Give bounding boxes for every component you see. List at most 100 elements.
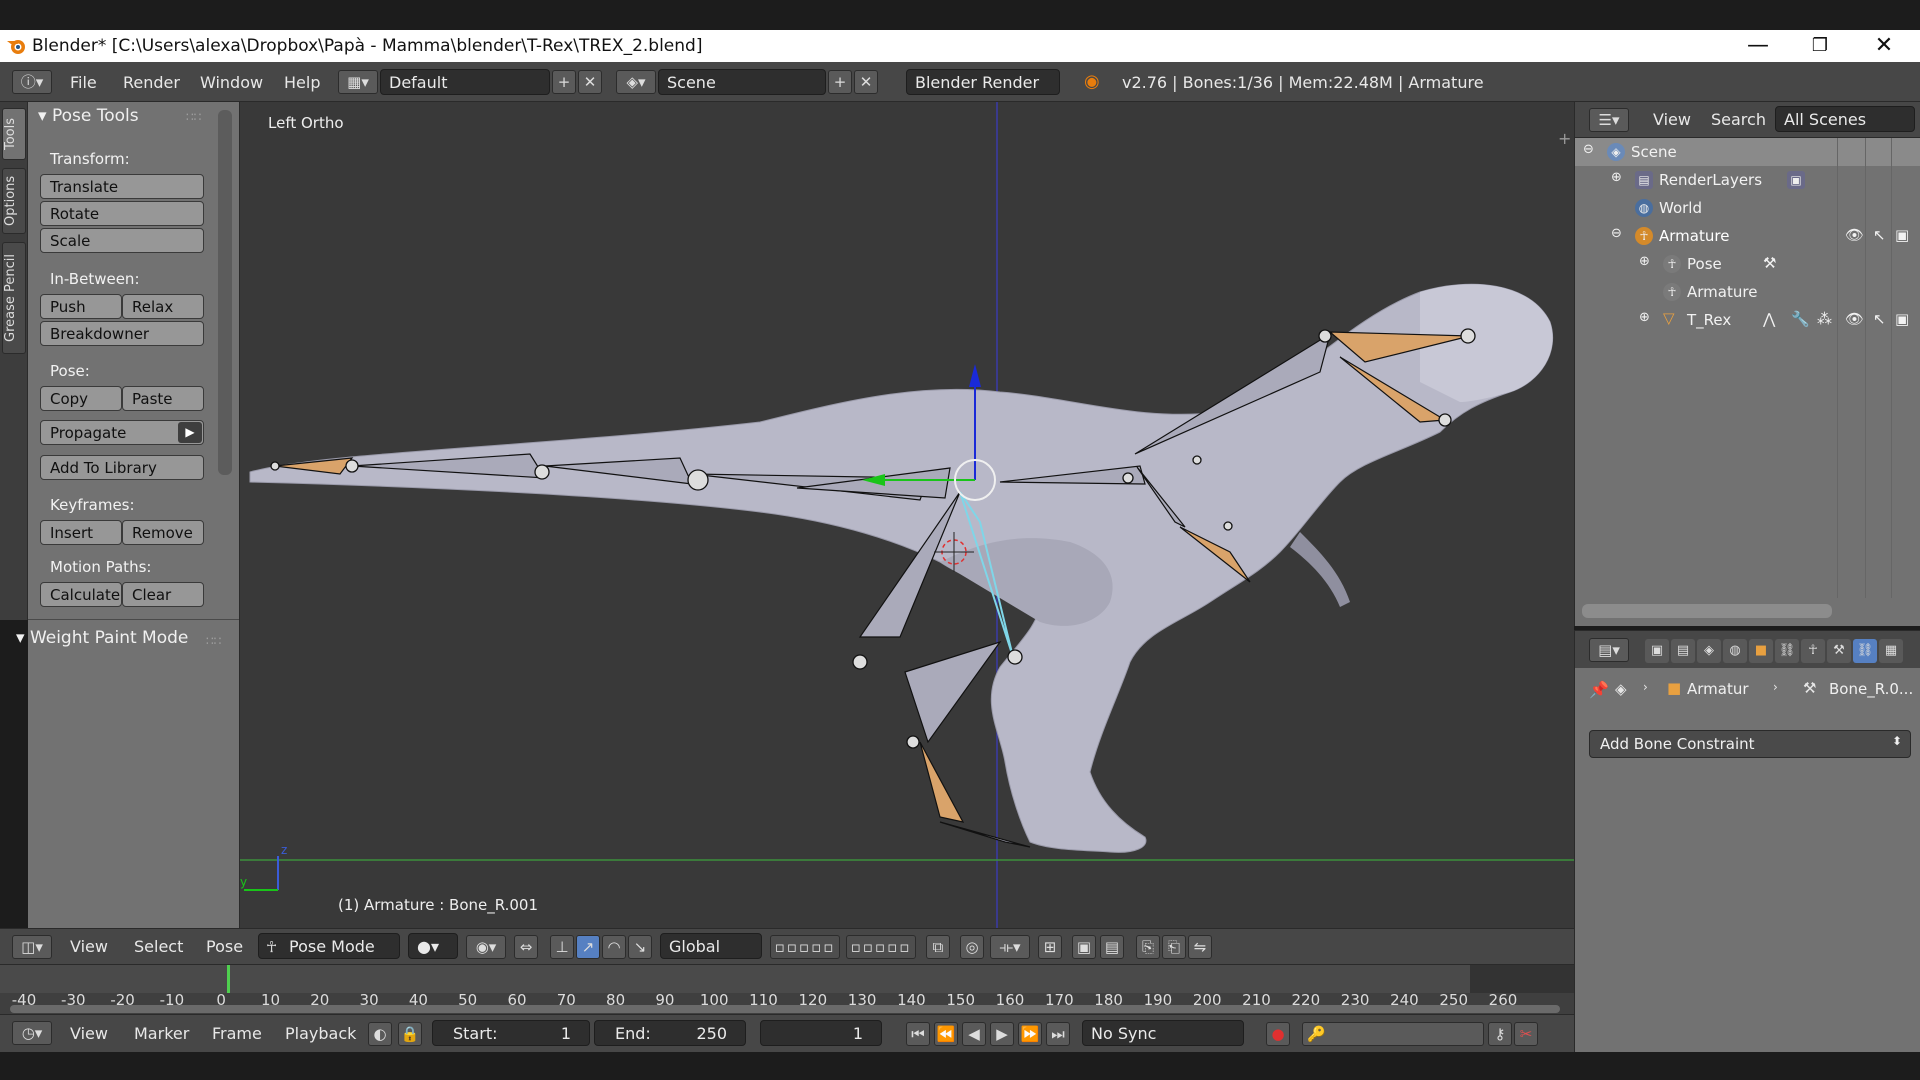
breadcrumb-object[interactable]: Armatur <box>1687 680 1749 698</box>
menu-outliner-view[interactable]: View <box>1653 110 1691 129</box>
render-tab-icon[interactable]: ▣ <box>1645 639 1669 663</box>
tab-grease-pencil[interactable]: Grease Pencil <box>2 242 26 354</box>
start-frame-field[interactable]: Start: 1 <box>432 1020 590 1046</box>
proportional-edit-icon[interactable]: ◎ <box>960 935 984 959</box>
outliner-row-world[interactable]: ◍ World <box>1575 194 1920 222</box>
push-button[interactable]: Push <box>40 294 122 319</box>
current-frame-field[interactable]: 1 <box>760 1020 882 1046</box>
editor-type-timeline-icon[interactable]: ◷▾ <box>12 1021 52 1045</box>
sync-mode-dropdown[interactable]: No Sync <box>1082 1020 1244 1046</box>
menu-playback[interactable]: Playback <box>285 1024 356 1043</box>
menu-select[interactable]: Select <box>134 937 183 956</box>
pin-icon[interactable]: 📌 <box>1589 680 1609 699</box>
render-animation-icon[interactable]: ▤ <box>1100 935 1124 959</box>
expand-icon[interactable]: ⊕ <box>1639 310 1650 325</box>
outliner-row-t-rex[interactable]: ⊕ ▽ T_Rex ⋀ 🔧 ⁂ 👁 ↖ ▣ <box>1575 306 1920 334</box>
paste-flipped-pose-icon[interactable]: ⇋ <box>1188 935 1212 959</box>
manipulator-toggle-icon[interactable]: ⊥ <box>550 935 574 959</box>
collapse-icon[interactable]: ⊖ <box>1611 226 1622 241</box>
lock-range-icon[interactable]: 🔒 <box>398 1022 422 1046</box>
scale-manipulator-icon[interactable]: ↘ <box>628 935 652 959</box>
menu-help[interactable]: Help <box>284 73 320 92</box>
mode-dropdown[interactable]: Pose Mode <box>258 933 400 959</box>
lock-layers-icon[interactable]: ⧉ <box>926 935 950 959</box>
rotate-manipulator-icon[interactable]: ◠ <box>602 935 626 959</box>
breadcrumb-bone[interactable]: Bone_R.0... <box>1829 680 1913 698</box>
layers-grid-1-icon[interactable]: ▫▫▫▫▫ <box>770 935 840 959</box>
copy-pose-icon[interactable]: ⎘ <box>1136 935 1160 959</box>
armature-data-tab-icon[interactable]: ☥ <box>1801 639 1825 663</box>
keying-set-field[interactable]: 🔑 <box>1302 1022 1484 1046</box>
add-screen-icon[interactable]: + <box>552 70 576 94</box>
screen-layout-icon[interactable]: ▦▾ <box>338 70 378 94</box>
jump-to-next-keyframe-icon[interactable]: ⏩ <box>1018 1022 1042 1046</box>
outliner-filter-dropdown[interactable]: All Scenes <box>1775 106 1915 132</box>
outliner-row-armature[interactable]: ⊖ ☥ Armature 👁 ↖ ▣ <box>1575 222 1920 250</box>
paste-pose-icon[interactable]: ⎗ <box>1162 935 1186 959</box>
calculate-paths-button[interactable]: Calculate <box>40 582 122 607</box>
close-button[interactable]: ✕ <box>1854 32 1914 60</box>
outliner-row-scene[interactable]: ⊖ ◈ Scene <box>1575 138 1920 166</box>
visibility-eye-icon[interactable]: 👁 <box>1845 310 1864 328</box>
scene-icon[interactable]: ◈▾ <box>616 70 656 94</box>
render-layers-tab-icon[interactable]: ▤ <box>1671 639 1695 663</box>
delete-scene-icon[interactable]: ✕ <box>854 70 878 94</box>
bone-shin-left[interactable] <box>919 741 965 823</box>
orientation-dropdown[interactable]: Global <box>660 933 762 959</box>
menu-window[interactable]: Window <box>200 73 263 92</box>
timeline[interactable]: -40 -30 -20 -10 0 10 20 30 40 50 60 70 80 90 100 110 120… <box>0 964 1574 1015</box>
render-icon[interactable]: ▣ <box>1072 935 1096 959</box>
menu-pose[interactable]: Pose <box>206 937 243 956</box>
menu-file[interactable]: File <box>70 73 97 92</box>
bone-tab-icon[interactable]: ⚒ <box>1827 639 1851 663</box>
expand-icon[interactable]: ⊕ <box>1611 170 1622 185</box>
outliner[interactable]: ⊖ ◈ Scene ⊕ ▤ RenderLayers ▣ ◍ World ⊖ ☥… <box>1574 138 1920 626</box>
constraints-tab-icon[interactable]: ⛓ <box>1775 639 1799 663</box>
minimize-button[interactable]: — <box>1728 32 1788 60</box>
menu-frame[interactable]: Frame <box>212 1024 262 1043</box>
viewport-split-handle-icon[interactable]: + <box>1558 129 1571 148</box>
add-bone-constraint-dropdown[interactable]: Add Bone Constraint ⬍ <box>1589 730 1911 758</box>
outliner-row-armature-data[interactable]: ☥ Armature <box>1575 278 1920 306</box>
drag-handle-icon[interactable]: ∷∷ <box>206 634 221 648</box>
pose-tools-panel-header[interactable]: ▾ Pose Tools <box>38 106 139 126</box>
world-tab-icon[interactable]: ◍ <box>1723 639 1747 663</box>
outliner-scrollbar[interactable] <box>1582 604 1832 618</box>
menu-outliner-search[interactable]: Search <box>1711 110 1766 129</box>
collapse-icon[interactable]: ⊖ <box>1583 142 1594 157</box>
menu-render[interactable]: Render <box>123 73 180 92</box>
layers-grid-2-icon[interactable]: ▫▫▫▫▫ <box>846 935 916 959</box>
paste-pose-button[interactable]: Paste <box>122 386 204 411</box>
selectable-cursor-icon[interactable]: ↖ <box>1873 226 1886 244</box>
limit-selection-icon[interactable]: ⇔ <box>514 935 538 959</box>
add-scene-icon[interactable]: + <box>828 70 852 94</box>
object-tab-icon[interactable]: ■ <box>1749 639 1773 663</box>
delete-screen-icon[interactable]: ✕ <box>578 70 602 94</box>
clear-paths-button[interactable]: Clear <box>122 582 204 607</box>
rotate-button[interactable]: Rotate <box>40 201 204 226</box>
drag-handle-icon[interactable]: ∷∷ <box>186 110 201 124</box>
insert-keyframe-button[interactable]: Insert <box>40 520 122 545</box>
screen-layout-dropdown[interactable]: Default <box>380 69 550 95</box>
z-arrow-icon[interactable] <box>969 364 981 387</box>
play-icon[interactable]: ▶ <box>990 1022 1014 1046</box>
viewport-shading-dropdown[interactable]: ●▾ <box>408 933 458 959</box>
scene-dropdown[interactable]: Scene <box>658 69 826 95</box>
add-to-library-button[interactable]: Add To Library <box>40 455 204 480</box>
play-reverse-icon[interactable]: ◀ <box>962 1022 986 1046</box>
propagate-menu-arrow-icon[interactable]: ▶ <box>178 422 202 443</box>
editor-type-properties-icon[interactable]: ▤▾ <box>1589 638 1629 662</box>
3d-viewport[interactable]: z y + Left Ortho (1) Armature : Bone_R.0… <box>240 102 1574 928</box>
breakdowner-button[interactable]: Breakdowner <box>40 321 204 346</box>
render-engine-dropdown[interactable]: Blender Render <box>906 69 1060 95</box>
insert-keyframe-icon[interactable]: ⚷ <box>1488 1022 1512 1046</box>
end-frame-field[interactable]: End: 250 <box>594 1020 746 1046</box>
copy-pose-button[interactable]: Copy <box>40 386 122 411</box>
menu-timeline-view[interactable]: View <box>70 1024 108 1043</box>
selectable-cursor-icon[interactable]: ↖ <box>1873 310 1886 328</box>
translate-button[interactable]: Translate <box>40 174 204 199</box>
translate-manipulator-icon[interactable]: ↗ <box>576 935 600 959</box>
editor-type-info-icon[interactable]: ⓘ▾ <box>12 70 52 94</box>
jump-to-end-icon[interactable]: ⏭ <box>1046 1022 1070 1046</box>
menu-view[interactable]: View <box>70 937 108 956</box>
